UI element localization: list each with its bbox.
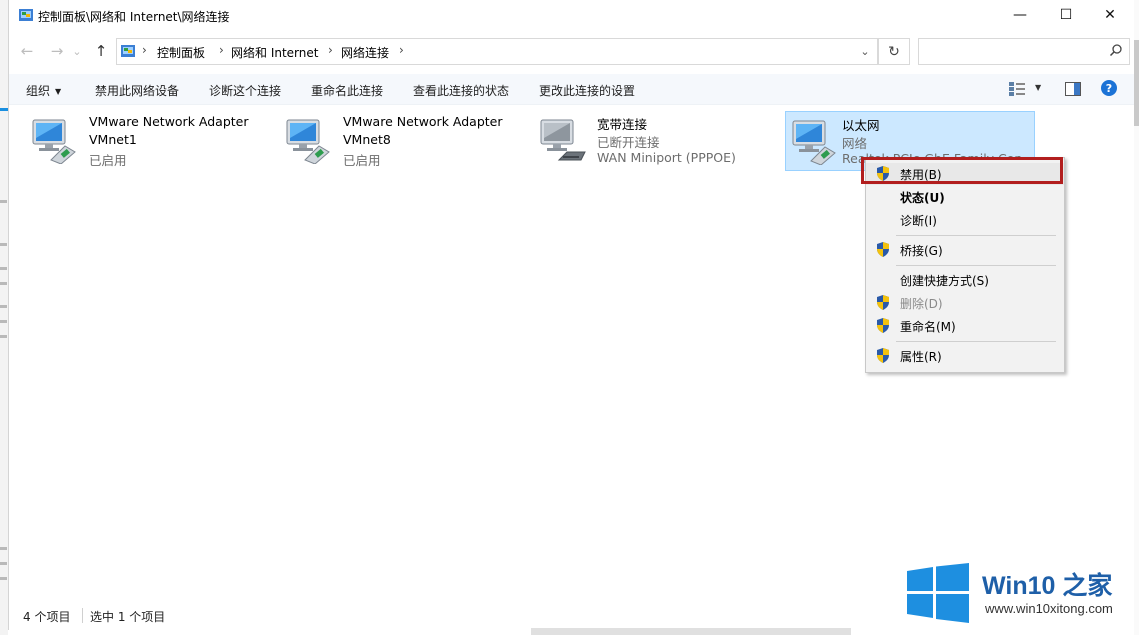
uac-shield-icon xyxy=(877,318,889,333)
connection-item-broadband[interactable]: 宽带连接 已断开连接 WAN Miniport (PPPOE) xyxy=(527,111,767,169)
help-glyph: ? xyxy=(1105,81,1113,95)
network-adapter-icon xyxy=(286,119,330,164)
menu-item-create-shortcut[interactable]: 创建快捷方式(S) xyxy=(866,269,1064,291)
watermark-url: www.win10xitong.com xyxy=(985,601,1113,616)
connection-status: 已断开连接 xyxy=(597,135,660,150)
menu-separator xyxy=(896,341,1056,342)
refresh-icon: ↻ xyxy=(888,43,900,60)
window-title: 控制面板\网络和 Internet\网络连接 xyxy=(38,10,230,24)
control-panel-icon xyxy=(19,9,33,21)
menu-item-delete: 删除(D) xyxy=(866,292,1064,314)
menu-item-status[interactable]: 状态(U) xyxy=(866,186,1064,208)
item-count: 4 个项目 xyxy=(23,610,71,624)
close-button[interactable]: ✕ xyxy=(1087,0,1133,30)
connection-status: 网络 xyxy=(842,136,868,151)
up-arrow-icon: ↑ xyxy=(94,42,108,60)
connection-status: 已启用 xyxy=(343,153,381,168)
recent-locations-button[interactable]: ⌄ xyxy=(70,40,84,62)
connection-name-line2: VMnet8 xyxy=(343,132,391,147)
menu-item-label: 重命名(M) xyxy=(900,320,956,334)
uac-shield-icon xyxy=(877,295,889,310)
search-input[interactable] xyxy=(918,38,1130,65)
breadcrumb-control-panel[interactable]: 控制面板 xyxy=(157,44,205,61)
breadcrumb-network-connections[interactable]: 网络连接 xyxy=(341,44,389,61)
chevron-down-icon: ⌄ xyxy=(860,44,870,58)
connection-item-vmnet8[interactable]: VMware Network Adapter VMnet8 已启用 xyxy=(273,111,513,169)
connection-name: VMware Network Adapter xyxy=(343,114,503,129)
back-button[interactable]: ← xyxy=(17,40,37,62)
windows-logo-icon xyxy=(907,563,969,623)
connection-name-line2: VMnet1 xyxy=(89,132,137,147)
menu-item-bridge[interactable]: 桥接(G) xyxy=(866,239,1064,261)
change-settings-button[interactable]: 更改此连接的设置 xyxy=(539,82,635,99)
view-options-caret-icon[interactable]: ▼ xyxy=(1035,83,1041,92)
address-bar[interactable]: › 控制面板 › 网络和 Internet › 网络连接 › ⌄ xyxy=(116,38,878,65)
title-bar[interactable]: 控制面板\网络和 Internet\网络连接 — ☐ ✕ xyxy=(9,0,1135,32)
status-divider xyxy=(82,608,83,623)
background-window-edge xyxy=(0,0,8,635)
minimize-button[interactable]: — xyxy=(997,0,1043,30)
maximize-button[interactable]: ☐ xyxy=(1043,0,1089,30)
breadcrumb-separator[interactable]: › xyxy=(399,43,404,57)
close-icon: ✕ xyxy=(1104,7,1116,23)
connection-name: 宽带连接 xyxy=(597,117,648,132)
watermark-title: Win10 之家 xyxy=(982,572,1113,600)
network-adapter-icon xyxy=(32,119,76,164)
menu-item-label: 创建快捷方式(S) xyxy=(900,274,989,288)
disable-device-button[interactable]: 禁用此网络设备 xyxy=(95,82,179,99)
control-panel-icon xyxy=(121,45,135,57)
diagnose-button[interactable]: 诊断这个连接 xyxy=(209,82,281,99)
organize-menu-button[interactable]: 组织 ▼ xyxy=(26,82,61,99)
minimize-icon: — xyxy=(1013,7,1027,23)
refresh-button[interactable]: ↻ xyxy=(878,38,910,65)
menu-item-label: 诊断(I) xyxy=(900,214,937,228)
horizontal-scrollbar[interactable] xyxy=(531,628,851,635)
network-adapter-icon xyxy=(792,120,836,165)
connection-name: VMware Network Adapter xyxy=(89,114,249,129)
menu-item-label: 状态(U) xyxy=(900,191,945,205)
breadcrumb-network-internet[interactable]: 网络和 Internet xyxy=(231,44,318,61)
command-bar: 组织 ▼ 禁用此网络设备 诊断这个连接 重命名此连接 查看此连接的状态 更改此连接… xyxy=(9,74,1135,105)
breadcrumb-separator: › xyxy=(142,43,147,57)
up-button[interactable]: ↑ xyxy=(91,40,111,62)
caret-down-icon: ▼ xyxy=(55,87,62,96)
menu-item-label: 桥接(G) xyxy=(900,244,943,258)
connection-status: 已启用 xyxy=(89,153,127,168)
breadcrumb-separator[interactable]: › xyxy=(219,43,224,57)
search-icon xyxy=(1109,44,1122,57)
background-window-edge-right xyxy=(1134,0,1139,635)
forward-button[interactable]: → xyxy=(47,40,67,62)
menu-item-rename[interactable]: 重命名(M) xyxy=(866,315,1064,337)
maximize-icon: ☐ xyxy=(1059,7,1073,23)
breadcrumb-separator[interactable]: › xyxy=(328,43,333,57)
organize-label: 组织 xyxy=(26,84,51,98)
menu-separator xyxy=(896,235,1056,236)
help-icon[interactable]: ? xyxy=(1101,80,1117,96)
uac-shield-icon xyxy=(877,242,889,257)
chevron-down-icon: ⌄ xyxy=(72,44,82,58)
menu-item-diagnose[interactable]: 诊断(I) xyxy=(866,209,1064,231)
highlight-annotation-box xyxy=(861,157,1063,184)
back-arrow-icon: ← xyxy=(20,42,34,60)
view-options-icon[interactable] xyxy=(1009,82,1025,96)
menu-item-label: 删除(D) xyxy=(900,297,943,311)
rename-button[interactable]: 重命名此连接 xyxy=(311,82,383,99)
menu-separator xyxy=(896,265,1056,266)
context-menu: 禁用(B) 状态(U) 诊断(I) 桥接(G) 创建快捷方式(S) 删除(D) … xyxy=(865,157,1065,373)
menu-item-label: 属性(R) xyxy=(900,350,942,364)
uac-shield-icon xyxy=(877,348,889,363)
menu-item-properties[interactable]: 属性(R) xyxy=(866,345,1064,367)
address-dropdown-button[interactable]: ⌄ xyxy=(855,41,875,61)
selected-count: 选中 1 个项目 xyxy=(90,610,166,624)
preview-pane-icon[interactable] xyxy=(1065,82,1081,96)
connection-name: 以太网 xyxy=(842,118,880,133)
view-status-button[interactable]: 查看此连接的状态 xyxy=(413,82,509,99)
broadband-modem-icon xyxy=(540,119,586,161)
connection-item-vmnet1[interactable]: VMware Network Adapter VMnet1 已启用 xyxy=(19,111,259,169)
forward-arrow-icon: → xyxy=(50,42,64,60)
connection-device: WAN Miniport (PPPOE) xyxy=(597,150,736,165)
